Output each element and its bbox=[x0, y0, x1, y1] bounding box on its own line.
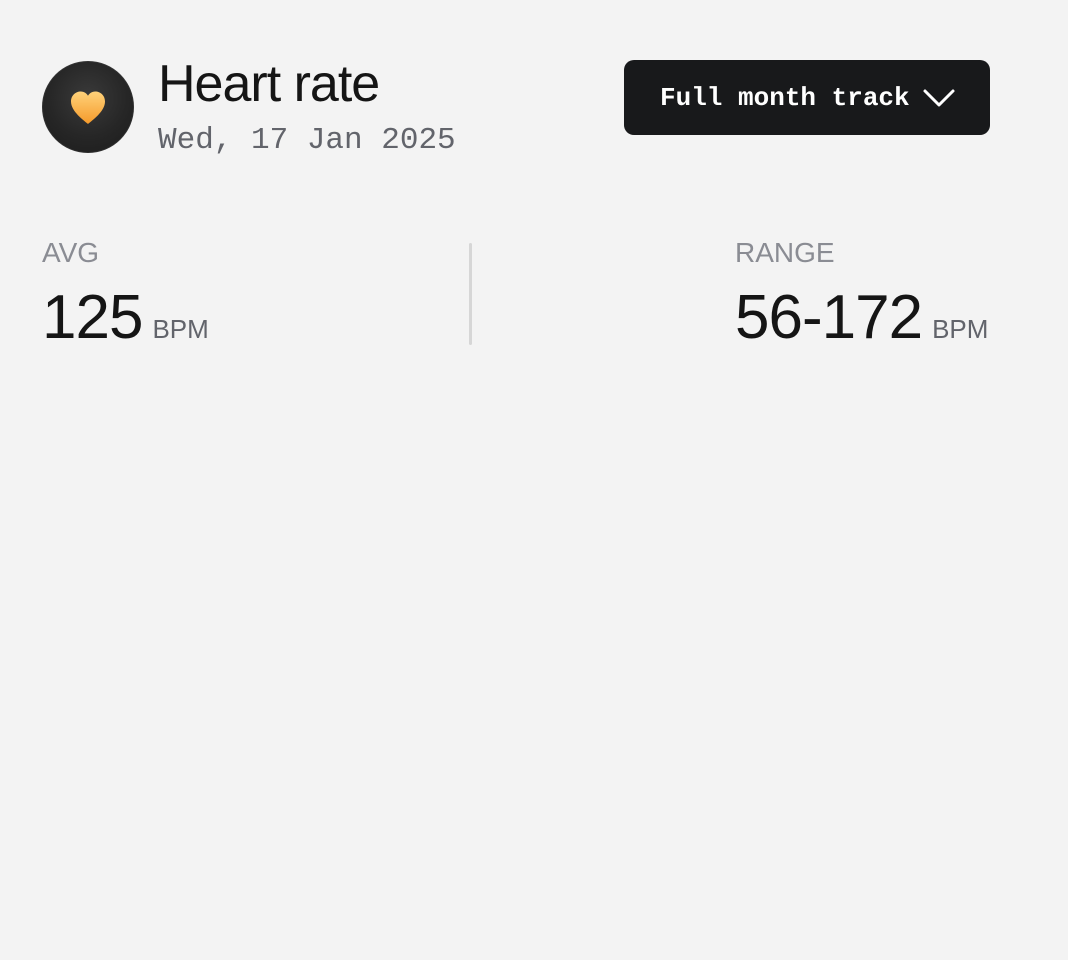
page-title: Heart rate bbox=[158, 55, 380, 113]
range-value: 56-172 bbox=[735, 283, 923, 352]
avg-unit: BPM bbox=[152, 314, 209, 344]
page-date: Wed, 17 Jan 2025 bbox=[158, 123, 456, 158]
avg-value: 125 bbox=[42, 283, 143, 352]
range-dropdown[interactable]: Full month track bbox=[624, 60, 990, 135]
avg-label: AVG bbox=[42, 237, 100, 268]
range-label: RANGE bbox=[735, 237, 835, 268]
range-stat: 56-172 BPM bbox=[735, 286, 988, 350]
heart-icon bbox=[71, 91, 105, 124]
range-unit: BPM bbox=[932, 314, 989, 344]
range-dropdown-label: Full month track bbox=[660, 82, 910, 113]
chevron-down-icon bbox=[923, 89, 955, 106]
avg-stat: 125 BPM bbox=[42, 286, 209, 350]
stats-divider bbox=[469, 243, 472, 345]
heart-avatar bbox=[42, 61, 134, 153]
